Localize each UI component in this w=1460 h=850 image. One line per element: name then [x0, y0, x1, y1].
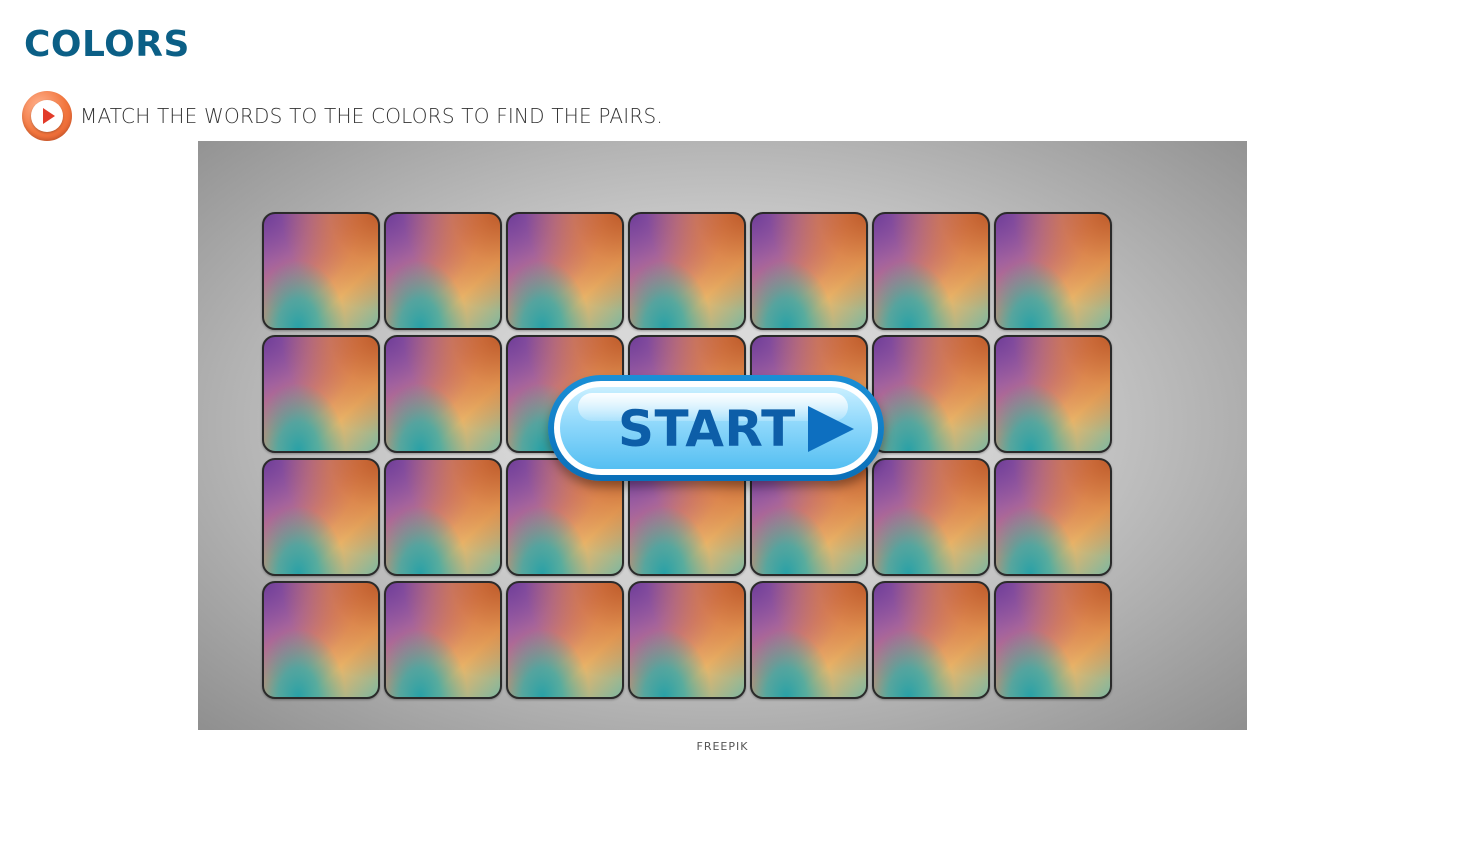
memory-card[interactable] — [750, 212, 868, 330]
play-arrow-icon — [808, 406, 854, 452]
memory-card[interactable] — [872, 212, 990, 330]
memory-card[interactable] — [872, 335, 990, 453]
memory-card[interactable] — [994, 212, 1112, 330]
instruction-text: MATCH THE WORDS TO THE COLORS TO FIND TH… — [80, 104, 663, 128]
start-button[interactable]: START — [548, 375, 884, 481]
memory-card[interactable] — [384, 458, 502, 576]
image-credit: FREEPIK — [696, 740, 749, 753]
memory-card[interactable] — [628, 581, 746, 699]
memory-card[interactable] — [872, 581, 990, 699]
memory-card[interactable] — [628, 212, 746, 330]
memory-card[interactable] — [750, 581, 868, 699]
memory-card[interactable] — [262, 335, 380, 453]
memory-card[interactable] — [994, 581, 1112, 699]
memory-card[interactable] — [262, 212, 380, 330]
memory-card[interactable] — [262, 458, 380, 576]
play-audio-icon — [43, 108, 55, 124]
instruction-row: MATCH THE WORDS TO THE COLORS TO FIND TH… — [22, 90, 663, 142]
start-button-label: START — [618, 400, 796, 458]
memory-card[interactable] — [872, 458, 990, 576]
memory-card[interactable] — [384, 581, 502, 699]
memory-card[interactable] — [262, 581, 380, 699]
memory-card[interactable] — [384, 212, 502, 330]
audio-play-button[interactable] — [22, 91, 72, 141]
memory-card[interactable] — [506, 581, 624, 699]
game-stage: START — [198, 141, 1247, 730]
memory-card[interactable] — [506, 212, 624, 330]
memory-card[interactable] — [994, 458, 1112, 576]
memory-card[interactable] — [384, 335, 502, 453]
page-title: COLORS — [24, 24, 190, 65]
memory-card[interactable] — [994, 335, 1112, 453]
